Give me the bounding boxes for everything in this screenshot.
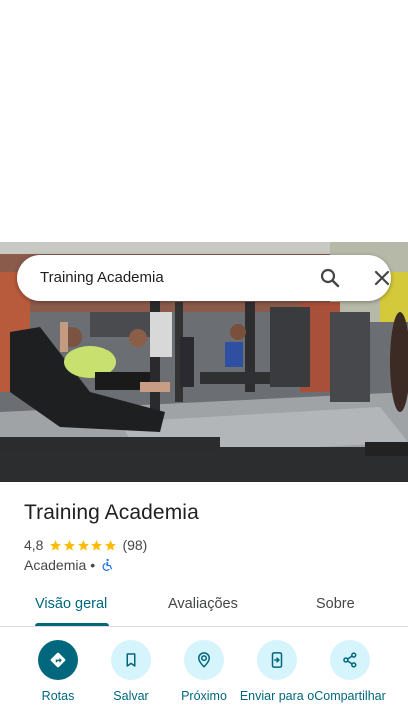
place-title: Training Academia bbox=[24, 501, 199, 524]
review-count[interactable]: (98) bbox=[122, 537, 147, 553]
blank-top-area bbox=[0, 0, 408, 242]
tab-reviews[interactable]: Avaliações bbox=[168, 596, 238, 612]
star-icon bbox=[104, 539, 116, 550]
share-button[interactable]: Compartilhar bbox=[310, 640, 390, 703]
nearby-button-circle[interactable] bbox=[184, 640, 224, 680]
directions-icon bbox=[50, 652, 66, 668]
star-icon bbox=[64, 539, 75, 550]
action-bar: Rotas Salvar Próximo Enviar para o Compa… bbox=[0, 640, 408, 726]
place-category: Academia bbox=[24, 557, 87, 573]
separator-dot: • bbox=[90, 557, 96, 573]
star-icon bbox=[77, 539, 89, 550]
send-to-phone-button-circle[interactable] bbox=[257, 640, 297, 680]
rating-row[interactable]: 4,8 (98) bbox=[24, 536, 147, 554]
send-to-phone-icon bbox=[271, 652, 283, 668]
send-to-phone-label: Enviar para o bbox=[239, 689, 315, 703]
close-icon[interactable] bbox=[370, 266, 394, 290]
nearby-label: Próximo bbox=[181, 689, 227, 703]
star-icon bbox=[50, 539, 62, 550]
nearby-icon bbox=[197, 652, 211, 668]
share-icon bbox=[343, 652, 357, 668]
save-label: Salvar bbox=[113, 689, 149, 703]
tab-bar: Visão geral Avaliações Sobre bbox=[0, 584, 408, 627]
star-rating bbox=[49, 539, 117, 552]
search-icon[interactable] bbox=[318, 266, 342, 290]
active-tab-indicator bbox=[35, 623, 109, 626]
directions-button-circle[interactable] bbox=[38, 640, 78, 680]
star-icon bbox=[91, 539, 103, 550]
search-input[interactable]: Training Academia bbox=[40, 269, 164, 286]
save-button-circle[interactable] bbox=[111, 640, 151, 680]
send-to-phone-button[interactable]: Enviar para o bbox=[237, 640, 317, 703]
save-button[interactable]: Salvar bbox=[91, 640, 171, 703]
directions-label: Rotas bbox=[41, 689, 75, 703]
bookmark-icon bbox=[126, 653, 136, 667]
wheelchair-accessible-icon bbox=[102, 558, 113, 571]
directions-button[interactable]: Rotas bbox=[18, 640, 98, 703]
nearby-button[interactable]: Próximo bbox=[164, 640, 244, 703]
share-button-circle[interactable] bbox=[330, 640, 370, 680]
rating-value: 4,8 bbox=[24, 537, 44, 553]
search-bar[interactable]: Training Academia bbox=[17, 255, 391, 301]
tab-about[interactable]: Sobre bbox=[316, 596, 355, 612]
category-row: Academia • bbox=[24, 556, 114, 574]
share-label: Compartilhar bbox=[314, 689, 386, 703]
tab-overview[interactable]: Visão geral bbox=[35, 596, 107, 612]
